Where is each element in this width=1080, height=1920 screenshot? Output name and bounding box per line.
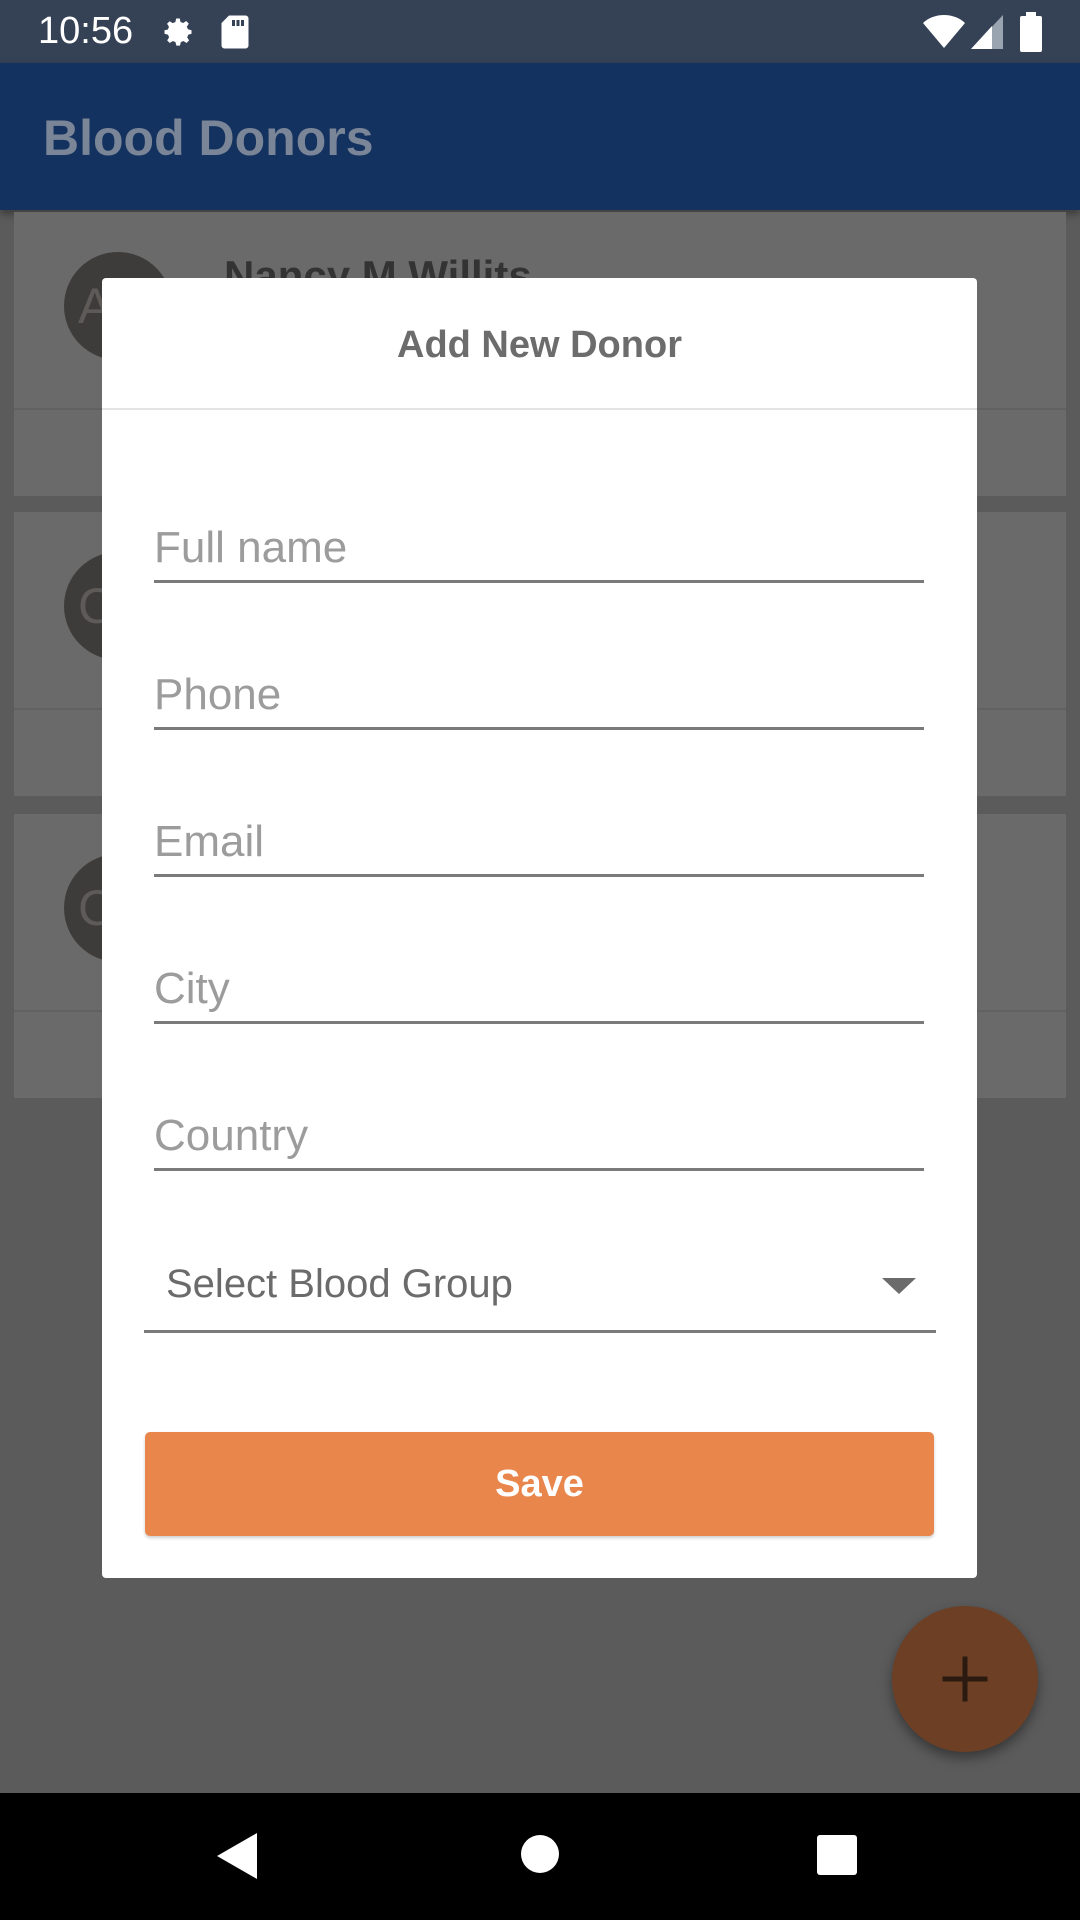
phone-input[interactable] [154,665,924,725]
settings-icon [160,14,196,55]
recents-icon[interactable] [817,1835,857,1880]
dropdown-caret-icon [882,1278,916,1294]
city-input[interactable] [154,959,924,1019]
country-field[interactable] [154,1096,924,1171]
full-name-field[interactable] [154,508,924,583]
country-input[interactable] [154,1106,924,1166]
add-donor-fab[interactable] [892,1606,1038,1752]
save-button[interactable]: Save [145,1432,934,1536]
phone-field[interactable] [154,655,924,730]
status-time: 10:56 [38,10,134,52]
back-icon[interactable] [215,1831,259,1886]
email-field[interactable] [154,802,924,877]
dialog-title: Add New Donor [102,278,977,410]
nav-bar [0,1793,1080,1920]
wifi-icon [922,14,966,55]
blood-group-selected: Select Blood Group [166,1262,513,1306]
cell-signal-icon [970,14,1004,55]
blood-group-select[interactable]: Select Blood Group [144,1248,936,1333]
status-bar: 10:56 [0,0,1080,63]
city-field[interactable] [154,949,924,1024]
app-bar: Blood Donors [0,63,1080,210]
full-name-input[interactable] [154,518,924,578]
home-icon[interactable] [521,1835,559,1878]
plus-icon [892,1606,1038,1752]
email-input[interactable] [154,812,924,872]
sd-card-icon [220,14,250,55]
add-donor-dialog: Add New Donor Select Blood Group Save [102,278,977,1578]
battery-icon [1020,12,1042,57]
app-title: Blood Donors [43,110,374,166]
